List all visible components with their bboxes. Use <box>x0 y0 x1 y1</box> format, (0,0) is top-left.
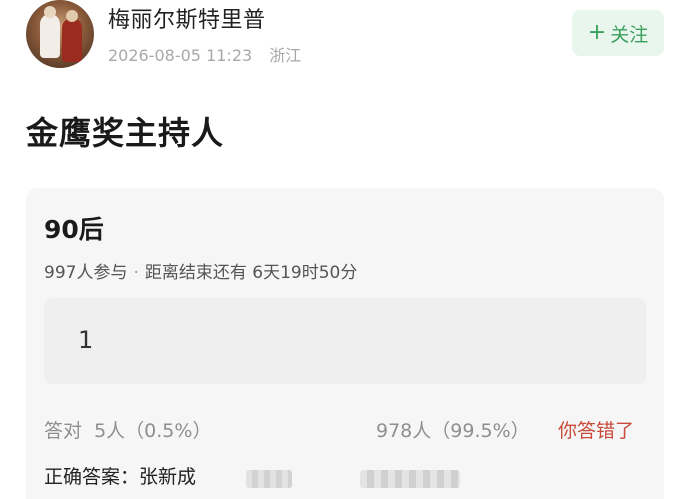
username[interactable]: 梅丽尔斯特里普 <box>108 2 266 34</box>
avatar-figure-left <box>40 14 60 58</box>
poll-deadline: 距离结束还有 6天19时50分 <box>144 263 358 283</box>
poll-option[interactable]: 1 <box>44 298 646 384</box>
post-meta: 2026-08-05 11:23 浙江 <box>108 42 301 66</box>
wrong-stat: 978人（99.5%） <box>376 420 530 442</box>
avatar[interactable] <box>26 0 94 68</box>
plus-icon: + <box>587 20 607 45</box>
follow-label: 关注 <box>610 23 649 46</box>
poll-participants: 997人参与 <box>44 263 128 283</box>
poll-meta: 997人参与 · 距离结束还有 6天19时50分 <box>44 258 357 283</box>
poll-question: 90后 <box>44 215 104 244</box>
correct-stat: 答对 5人（0.5%） <box>44 420 212 442</box>
blurred-content <box>246 470 292 488</box>
avatar-head-right <box>66 10 78 22</box>
post-location: 浙江 <box>269 46 302 65</box>
separator-dot: · <box>133 263 139 283</box>
blurred-content <box>360 470 460 488</box>
follow-button[interactable]: + 关注 <box>572 10 664 56</box>
avatar-figure-right <box>62 18 82 62</box>
post-date: 2026-08-05 11:23 <box>108 46 253 65</box>
post-title: 金鹰奖主持人 <box>26 114 225 152</box>
poll-card: 90后 997人参与 · 距离结束还有 6天19时50分 1 答对 5人（0.5%）… <box>26 188 664 499</box>
correct-answer: 正确答案：张新成 <box>44 466 197 488</box>
poll-option-text: 1 <box>78 326 94 354</box>
avatar-head-left <box>44 6 56 18</box>
result-label: 你答错了 <box>558 420 635 442</box>
post-page: 梅丽尔斯特里普 2026-08-05 11:23 浙江 + 关注 金鹰奖主持人 … <box>0 0 690 499</box>
